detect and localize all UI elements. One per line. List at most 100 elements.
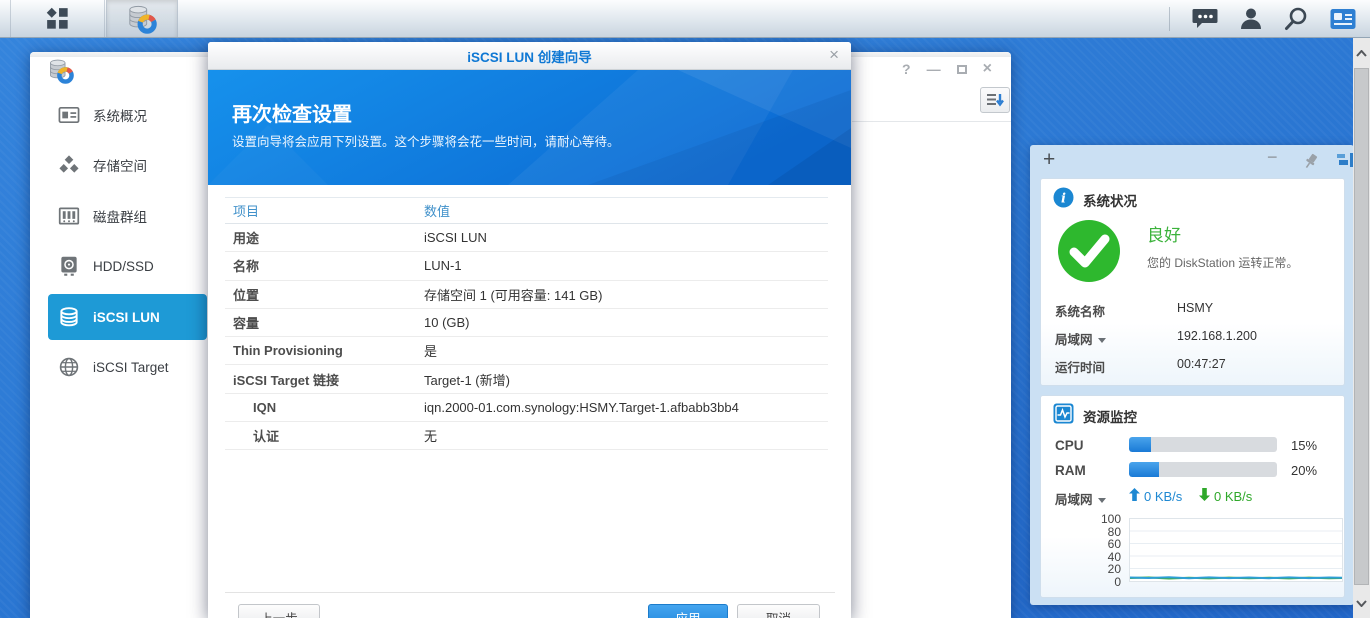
sort-button[interactable] <box>980 87 1010 113</box>
taskbar <box>0 0 1370 38</box>
row-value: 是 <box>424 344 438 360</box>
add-widget-icon[interactable]: + <box>1043 148 1055 172</box>
lan-selector[interactable]: 局域网 <box>1055 329 1106 348</box>
sidebar-item-iscsi-lun[interactable]: iSCSI LUN <box>48 294 207 340</box>
cpu-percent: 15% <box>1291 438 1318 453</box>
ram-meter <box>1129 462 1277 477</box>
widget-panel: + − i 系统状况 良好 您的 DiskStation 运转正常。 系统名称 … <box>1030 145 1354 605</box>
cpu-meter <box>1129 437 1277 452</box>
sort-descending-icon <box>987 94 1004 107</box>
table-row: Thin Provisioning 是 <box>225 337 828 366</box>
main-menu-button[interactable] <box>10 0 105 37</box>
row-label: 位置 <box>233 287 260 303</box>
table-row: iSCSI Target 链接 Target-1 (新增) <box>225 365 828 394</box>
field-label: 运行时间 <box>1055 361 1106 375</box>
chat-icon[interactable] <box>1192 7 1218 31</box>
ram-percent: 20% <box>1291 463 1318 478</box>
row-label: 名称 <box>233 259 260 275</box>
desktop-scrollbar[interactable] <box>1353 38 1370 618</box>
apply-button[interactable]: 应用 <box>648 604 728 618</box>
table-row: 认证 无 <box>225 422 828 451</box>
dialog-close-icon[interactable]: × <box>829 45 839 65</box>
dialog-step-subheading: 设置向导将会应用下列设置。这个步骤将会花一些时间，请耐心等待。 <box>232 135 620 149</box>
widget-title: 资源监控 <box>1083 410 1137 425</box>
sidebar-item-label: iSCSI LUN <box>93 309 160 325</box>
widget-panel-header: + − <box>1030 145 1354 177</box>
dialog-title: iSCSI LUN 创建向导 <box>467 49 592 65</box>
pin-icon[interactable] <box>1302 152 1320 170</box>
row-value: iSCSI LUN <box>424 230 487 246</box>
sidebar-item-label: 磁盘群组 <box>93 210 147 225</box>
field-label: 局域网 <box>1055 333 1093 347</box>
minimize-icon[interactable]: — <box>927 62 941 76</box>
sidebar-item-disk-group[interactable]: 磁盘群组 <box>48 193 207 239</box>
resource-monitor-widget: 资源监控 CPU 15% RAM 20% 局域网 0 KB/s 0 KB/s 1… <box>1040 395 1345 598</box>
pulse-icon <box>1053 403 1074 424</box>
storage-manager-taskbar-button[interactable] <box>106 0 178 37</box>
table-row: 容量 10 (GB) <box>225 309 828 338</box>
y-tick: 0 <box>1114 574 1121 589</box>
user-icon[interactable] <box>1240 7 1262 31</box>
upload-arrow-icon <box>1129 488 1140 501</box>
row-label: IQN <box>253 399 277 415</box>
health-description: 您的 DiskStation 运转正常。 <box>1147 256 1299 270</box>
network-traffic-chart <box>1129 518 1343 582</box>
chevron-down-icon <box>1097 498 1106 504</box>
search-icon[interactable] <box>1284 7 1308 31</box>
panel-toggle-icon[interactable] <box>1337 153 1354 169</box>
sidebar-item-hdd-ssd[interactable]: HDD/SSD <box>48 243 207 289</box>
maximize-icon[interactable] <box>956 64 967 74</box>
sidebar-item-storage-pool[interactable]: 存储空间 <box>48 142 207 188</box>
help-icon[interactable]: ? <box>902 62 911 76</box>
toolbar-divider <box>852 121 1011 122</box>
table-row: 用途 iSCSI LUN <box>225 224 828 253</box>
back-button[interactable]: 上一步 <box>238 604 320 618</box>
lan-label: 局域网 <box>1055 493 1093 507</box>
widget-title: 系统状况 <box>1083 194 1137 209</box>
scrollbar-thumb[interactable] <box>1354 68 1369 585</box>
row-label: iSCSI Target 链接 <box>233 372 339 388</box>
system-health-widget: i 系统状况 良好 您的 DiskStation 运转正常。 系统名称 HSMY… <box>1040 178 1345 386</box>
sidebar-item-overview[interactable]: 系统概况 <box>48 92 207 138</box>
row-label: Thin Provisioning <box>233 343 343 359</box>
footer-divider <box>225 592 835 593</box>
target-icon <box>59 357 79 377</box>
lan-selector[interactable]: 局域网 <box>1055 489 1106 508</box>
minimize-panel-icon[interactable]: − <box>1267 147 1278 168</box>
scroll-down-button[interactable] <box>1353 588 1370 618</box>
chevron-up-icon <box>1356 49 1367 57</box>
row-value: 存储空间 1 (可用容量: 141 GB) <box>424 287 603 303</box>
table-header-row: 项目 数值 <box>225 197 828 224</box>
table-row: 位置 存储空间 1 (可用容量: 141 GB) <box>225 281 828 309</box>
row-value: iqn.2000-01.com.synology:HSMY.Target-1.a… <box>424 399 739 415</box>
row-label: 认证 <box>253 429 280 445</box>
close-icon[interactable]: × <box>983 61 992 77</box>
sidebar-item-iscsi-target[interactable]: iSCSI Target <box>48 344 207 390</box>
row-value: 10 (GB) <box>424 315 470 331</box>
download-arrow-icon <box>1199 488 1210 501</box>
cancel-button[interactable]: 取消 <box>737 604 820 618</box>
iscsi-lun-wizard-dialog: iSCSI LUN 创建向导 × 再次检查设置 设置向导将会应用下列设置。这个步… <box>208 42 851 618</box>
info-icon: i <box>1053 187 1074 208</box>
pilot-view-icon[interactable] <box>1330 8 1356 30</box>
storage-pool-icon <box>59 155 79 173</box>
dialog-banner: 再次检查设置 设置向导将会应用下列设置。这个步骤将会花一些时间，请耐心等待。 <box>208 70 851 185</box>
row-value: LUN-1 <box>424 258 462 274</box>
sidebar-item-label: 存储空间 <box>93 159 147 174</box>
upload-speed: 0 KB/s <box>1144 489 1183 504</box>
settings-summary-table: 项目 数值 用途 iSCSI LUN 名称 LUN-1 位置 存储空间 1 (可… <box>225 197 828 451</box>
storage-manager-icon <box>129 5 157 34</box>
storage-manager-app-icon <box>50 59 74 84</box>
chevron-down-icon <box>1097 338 1106 344</box>
row-value: Target-1 (新增) <box>424 372 510 388</box>
scroll-up-button[interactable] <box>1353 38 1370 68</box>
hdd-icon <box>61 256 77 276</box>
overview-icon <box>58 106 80 124</box>
lun-icon <box>60 307 78 327</box>
sidebar-item-label: iSCSI Target <box>93 359 169 375</box>
cpu-label: CPU <box>1055 438 1084 453</box>
field-value: 192.168.1.200 <box>1177 329 1257 343</box>
table-row: 名称 LUN-1 <box>225 252 828 281</box>
window-controls: ? — × <box>902 61 992 77</box>
sidebar-item-label: 系统概况 <box>93 109 147 124</box>
